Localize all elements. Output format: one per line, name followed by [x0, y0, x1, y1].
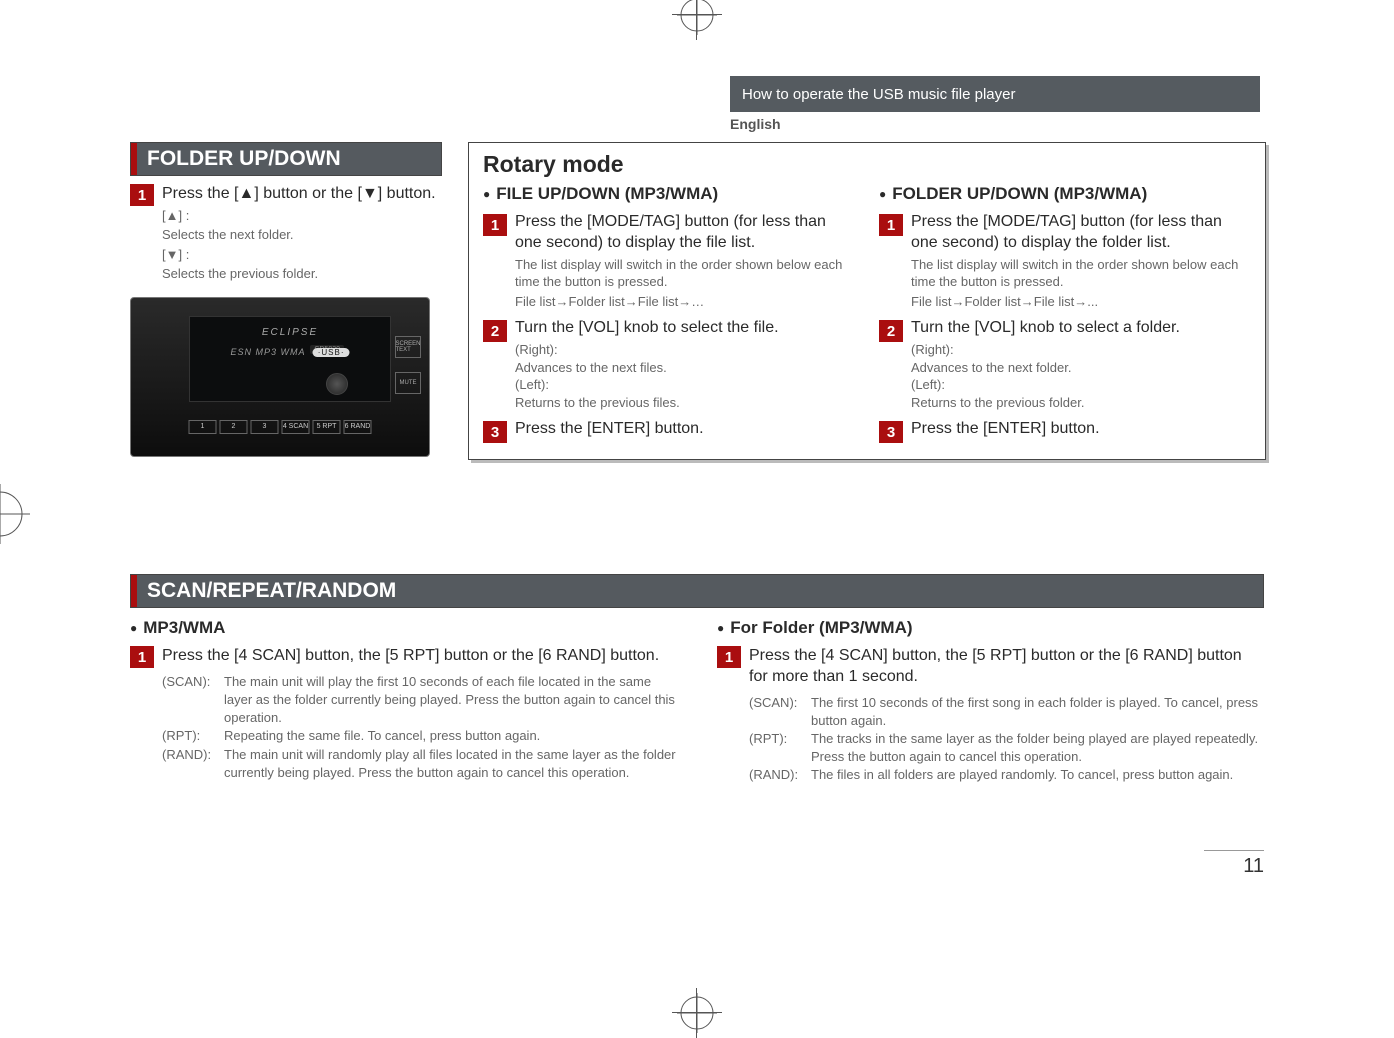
step-number: 2 [879, 320, 903, 342]
step-number: 1 [130, 646, 154, 668]
step-number: 1 [717, 646, 741, 668]
device-button: 1 [189, 420, 217, 434]
step-text: Press the [MODE/TAG] button (for less th… [911, 212, 1251, 254]
registration-icon [0, 484, 30, 544]
fn-val: The main unit will play the first 10 sec… [224, 673, 677, 728]
step-number: 3 [483, 421, 507, 443]
page-number: 11 [1204, 850, 1264, 878]
device-button: 2 [220, 420, 248, 434]
fn-val: The main unit will randomly play all fil… [224, 746, 677, 782]
folder-step-1: 1 Press the [▲] button or the [▼] button… [130, 184, 442, 283]
step-text: Press the [ENTER] button. [515, 419, 704, 440]
folder-head: For Folder (MP3/WMA) [717, 618, 1264, 638]
device-tags-text: ESN MP3 WMA [231, 347, 306, 357]
step-number: 1 [879, 214, 903, 236]
device-button: 4 SCAN [282, 420, 310, 434]
rotary-file-column: FILE UP/DOWN (MP3/WMA) 1 Press the [MODE… [483, 184, 855, 443]
fn-val: The files in all folders are played rand… [811, 766, 1233, 784]
fn-key: (RPT): [749, 730, 811, 766]
device-logo: ECLIPSE [262, 327, 318, 338]
fn-key: (SCAN): [162, 673, 224, 728]
device-button-row: 1 2 3 4 SCAN 5 RPT 6 RAND [189, 420, 372, 434]
fn-val: The first 10 seconds of the first song i… [811, 694, 1264, 730]
folder-updown-title: FOLDER UP/DOWN [131, 143, 441, 175]
step-sub: File list→Folder list→File list→… [515, 293, 855, 311]
crop-mark-top [672, 0, 722, 40]
step-number: 2 [483, 320, 507, 342]
device-side-button: SCREEN TEXT [395, 336, 421, 358]
scan-folder-column: For Folder (MP3/WMA) 1 Press the [4 SCAN… [717, 618, 1264, 785]
step-sub: (Right): Advances to the next files. (Le… [515, 341, 779, 411]
volume-dial-icon [326, 373, 348, 395]
scan-mp3-column: MP3/WMA 1 Press the [4 SCAN] button, the… [130, 618, 677, 785]
crop-mark-left [0, 484, 30, 544]
device-illustration: ECLIPSE CD5030 ESN MP3 WMA ·USB· SCREEN … [130, 297, 430, 457]
fn-key: (RAND): [749, 766, 811, 784]
header-section-title: How to operate the USB music file player [742, 86, 1015, 103]
fn-key: (RPT): [162, 727, 224, 745]
step-sub: The list display will switch in the orde… [911, 256, 1251, 291]
fn-val: Repeating the same file. To cancel, pres… [224, 727, 540, 745]
registration-icon [677, 0, 717, 35]
step-text: Press the [MODE/TAG] button (for less th… [515, 212, 855, 254]
function-list: (SCAN):The first 10 seconds of the first… [749, 694, 1264, 785]
device-button: 5 RPT [313, 420, 341, 434]
step-sub: (Right): Advances to the next folder. (L… [911, 341, 1180, 411]
device-tags: ESN MP3 WMA ·USB· [231, 347, 350, 357]
step-text: Press the [ENTER] button. [911, 419, 1100, 440]
function-list: (SCAN):The main unit will play the first… [162, 673, 677, 782]
step-text: Turn the [VOL] knob to select a folder. [911, 318, 1180, 339]
rotary-title: Rotary mode [483, 151, 1251, 178]
device-screen: ECLIPSE CD5030 ESN MP3 WMA ·USB· [189, 316, 391, 402]
language-label: English [730, 116, 781, 132]
step-sub: The list display will switch in the orde… [515, 256, 855, 291]
step-text: Press the [▲] button or the [▼] button. [162, 184, 436, 205]
file-updown-head: FILE UP/DOWN (MP3/WMA) [483, 184, 855, 204]
crop-mark-bottom [672, 988, 722, 1038]
step-number: 1 [130, 184, 154, 206]
rotary-folder-column: FOLDER UP/DOWN (MP3/WMA) 1 Press the [MO… [879, 184, 1251, 443]
fn-key: (RAND): [162, 746, 224, 782]
step-text: Press the [4 SCAN] button, the [5 RPT] b… [749, 646, 1264, 688]
step-number: 3 [879, 421, 903, 443]
scan-section: SCAN/REPEAT/RANDOM MP3/WMA 1 Press the [… [130, 574, 1264, 785]
usb-pill: ·USB· [313, 348, 350, 357]
step-text: Press the [4 SCAN] button, the [5 RPT] b… [162, 646, 677, 667]
fn-val: The tracks in the same layer as the fold… [811, 730, 1264, 766]
fn-key: (SCAN): [749, 694, 811, 730]
mp3-head: MP3/WMA [130, 618, 677, 638]
step-sub: [▼] : [162, 246, 436, 264]
rotary-mode-section: Rotary mode FILE UP/DOWN (MP3/WMA) 1 Pre… [468, 142, 1266, 460]
step-sub: File list→Folder list→File list→... [911, 293, 1251, 311]
folder-updown-section: FOLDER UP/DOWN 1 Press the [▲] button or… [130, 142, 442, 457]
registration-icon [677, 993, 717, 1033]
device-button: 6 RAND [344, 420, 372, 434]
device-button: 3 [251, 420, 279, 434]
step-sub: [▲] : [162, 207, 436, 225]
header-bar: How to operate the USB music file player [730, 76, 1260, 112]
step-sub: Selects the next folder. [162, 226, 436, 244]
scan-title: SCAN/REPEAT/RANDOM [131, 575, 1263, 607]
step-sub: Selects the previous folder. [162, 265, 436, 283]
folder-updown-head: FOLDER UP/DOWN (MP3/WMA) [879, 184, 1251, 204]
step-number: 1 [483, 214, 507, 236]
step-text: Turn the [VOL] knob to select the file. [515, 318, 779, 339]
device-side-button: MUTE [395, 372, 421, 394]
